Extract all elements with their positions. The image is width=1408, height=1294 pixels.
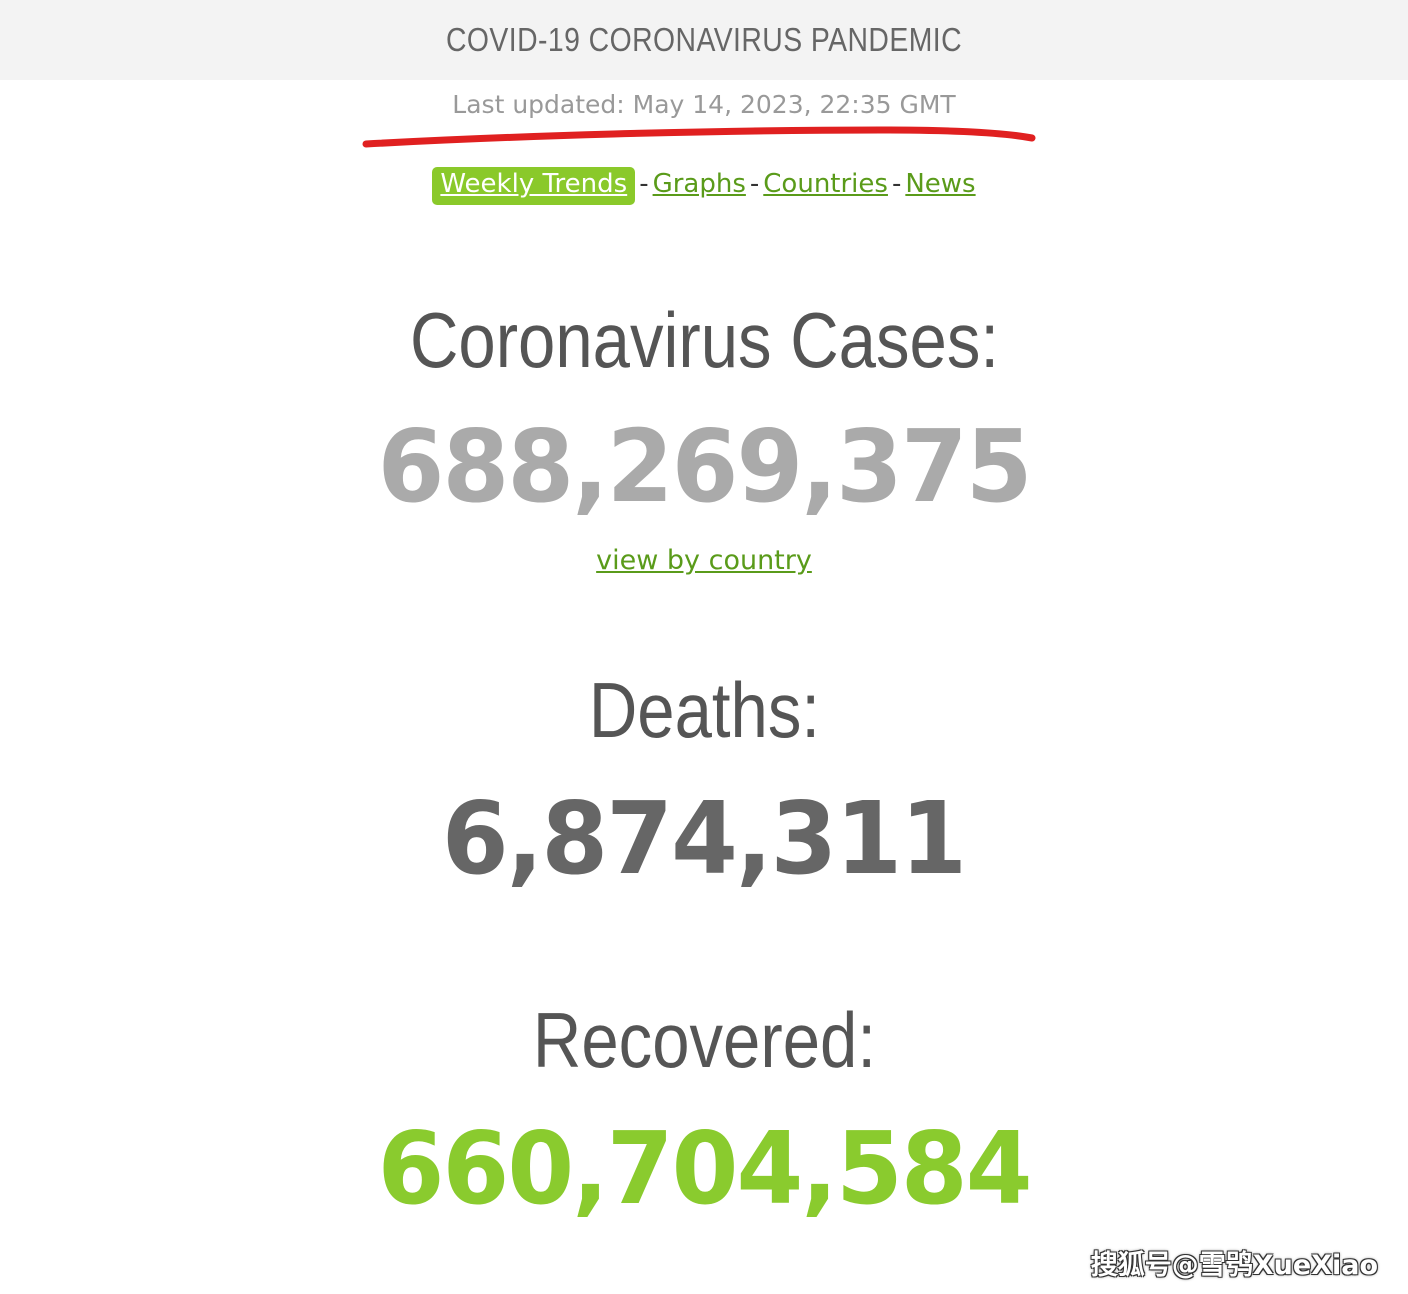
- view-by-country: view by country: [0, 545, 1408, 576]
- deaths-label: Deaths:: [588, 666, 820, 754]
- view-by-country-link[interactable]: view by country: [596, 545, 812, 576]
- nav-news[interactable]: News: [905, 169, 975, 199]
- red-underline-annotation: [362, 126, 1036, 148]
- main-nav: Weekly Trends - Graphs - Countries - News: [0, 167, 1408, 205]
- nav-separator: -: [639, 169, 649, 199]
- deaths-count: 6,874,311: [442, 780, 967, 897]
- last-updated-text: Last updated: May 14, 2023, 22:35 GMT: [452, 90, 956, 119]
- recovered-count: 660,704,584: [377, 1110, 1032, 1227]
- nav-separator: -: [891, 169, 902, 199]
- nav-weekly-trends[interactable]: Weekly Trends: [432, 167, 636, 205]
- cases-count: 688,269,375: [377, 408, 1032, 525]
- nav-separator: -: [749, 169, 760, 199]
- watermark: 搜狐号@雪鸮XueXiao: [1090, 1250, 1378, 1281]
- nav-graphs[interactable]: Graphs: [653, 169, 746, 199]
- site-header: COVID-19 CORONAVIRUS PANDEMIC: [0, 0, 1408, 80]
- nav-countries[interactable]: Countries: [763, 169, 888, 199]
- recovered-label: Recovered:: [532, 996, 876, 1084]
- site-title[interactable]: COVID-19 CORONAVIRUS PANDEMIC: [446, 21, 962, 59]
- cases-label: Coronavirus Cases:: [409, 296, 999, 384]
